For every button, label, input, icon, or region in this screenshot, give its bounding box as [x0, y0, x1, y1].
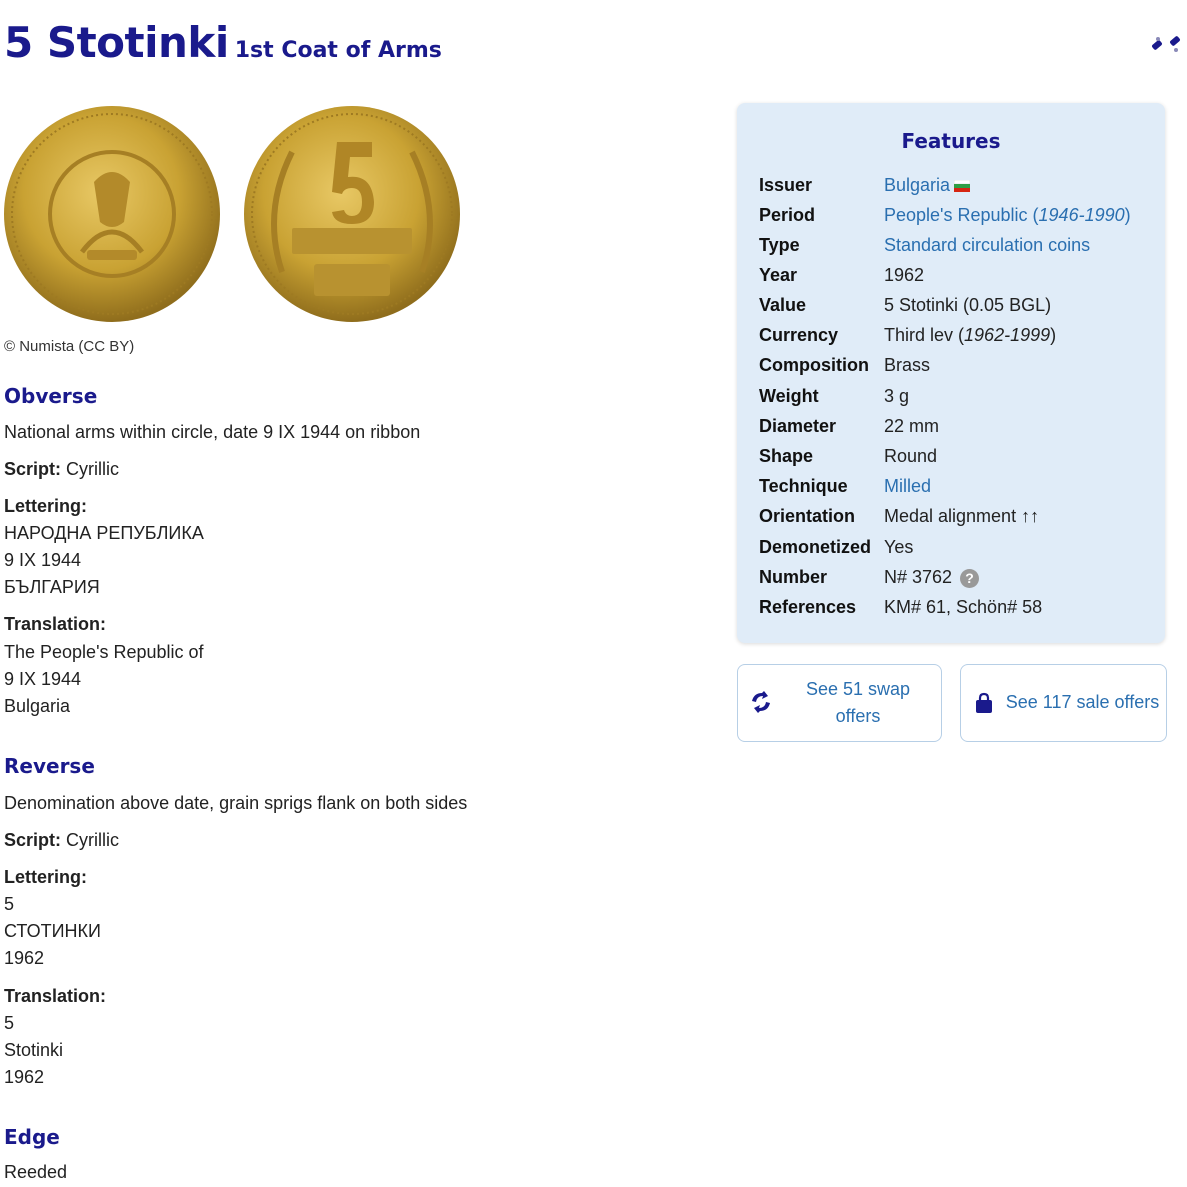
bulgaria-flag-icon	[954, 180, 971, 193]
swap-offers-button[interactable]: See 51 swap offers	[737, 664, 942, 742]
obverse-description: National arms within circle, date 9 IX 1…	[4, 422, 421, 442]
obverse-lettering-line: БЪЛГАРИЯ	[4, 577, 100, 597]
period-link[interactable]: People's Republic (1946-1990)	[884, 205, 1131, 226]
reverse-translation-line: 1962	[4, 1067, 45, 1087]
feature-row-diameter: Diameter 22 mm	[759, 416, 1155, 440]
feature-row-shape: Shape Round	[759, 446, 1155, 470]
obverse-translation-line: Bulgaria	[4, 696, 71, 716]
currency-years: 1962-1999	[964, 325, 1051, 345]
obverse-lettering-line: 9 IX 1944	[4, 550, 82, 570]
feature-key: Diameter	[759, 416, 837, 436]
reverse-translation-line: Stotinki	[4, 1040, 64, 1060]
reverse-lettering-line: 1962	[4, 948, 45, 968]
type-link[interactable]: Standard circulation coins	[884, 235, 1090, 256]
feature-row-issuer: Issuer Bulgaria	[759, 175, 1155, 199]
swap-icon	[752, 691, 770, 713]
feature-key: Shape	[759, 446, 814, 466]
obverse-translation-label: Translation:	[4, 614, 107, 634]
reverse-heading: Reverse	[4, 754, 95, 778]
reverse-translation-label: Translation:	[4, 986, 107, 1006]
technique-link[interactable]: Milled	[884, 476, 931, 497]
obverse-lettering-label: Lettering:	[4, 496, 87, 516]
feature-key: References	[759, 597, 857, 617]
issuer-link[interactable]: Bulgaria	[884, 175, 950, 195]
obverse-script: Script: Cyrillic	[4, 459, 119, 480]
swap-offers-line2: offers	[835, 706, 881, 726]
help-icon[interactable]: ?	[960, 568, 980, 588]
feature-value: Yes	[884, 537, 914, 557]
feature-row-demonetized: Demonetized Yes	[759, 537, 1155, 561]
numista-number: N# 3762	[884, 567, 953, 587]
features-panel: Features Issuer Bulgaria Period People's…	[737, 103, 1165, 643]
feature-row-technique: Technique Milled	[759, 476, 1155, 500]
feature-value: Bulgaria	[884, 175, 971, 196]
feature-value: Medal alignment ↑↑	[884, 506, 1040, 526]
feature-row-composition: Composition Brass	[759, 355, 1155, 379]
feature-row-value: Value 5 Stotinki (0.05 BGL)	[759, 295, 1155, 319]
feature-row-period: Period People's Republic (1946-1990)	[759, 205, 1155, 229]
feature-row-year: Year 1962	[759, 265, 1155, 289]
feature-key: Orientation	[759, 506, 856, 526]
feature-key: Issuer	[759, 175, 813, 195]
reverse-script: Script: Cyrillic	[4, 830, 119, 851]
feature-value: 1962	[884, 265, 925, 285]
obverse-translation-line: The People's Republic of	[4, 642, 204, 662]
reverse-translation-line: 5	[4, 1013, 15, 1033]
swap-offers-line1: See 51 swap	[805, 679, 911, 699]
reverse-lettering-label: Lettering:	[4, 867, 87, 887]
shopping-bag-icon	[976, 692, 992, 713]
period-name: People's Republic	[884, 205, 1028, 225]
edge-heading: Edge	[4, 1125, 60, 1149]
feature-row-number: Number N# 3762?	[759, 567, 1155, 591]
feature-value: 5 Stotinki (0.05 BGL)	[884, 295, 1052, 315]
satellite-icon[interactable]	[1148, 32, 1184, 56]
coin-images[interactable]	[2, 102, 462, 327]
references-value[interactable]: KM# 61, Schön# 58	[884, 597, 1042, 618]
obverse-script-label: Script:	[4, 459, 62, 479]
sale-offers-button[interactable]: See 117 sale offers	[960, 664, 1167, 742]
reverse-lettering-line: 5	[4, 894, 15, 914]
feature-value: Third lev (1962-1999)	[884, 325, 1057, 345]
obverse-heading: Obverse	[4, 384, 98, 408]
reverse-coin[interactable]	[244, 106, 460, 322]
reverse-script-value: Cyrillic	[66, 830, 120, 850]
feature-key: Currency	[759, 325, 839, 345]
feature-value: Brass	[884, 355, 931, 375]
feature-key: Weight	[759, 386, 819, 406]
feature-value: N# 3762?	[884, 567, 980, 588]
page-title: 5 Stotinki 1st Coat of Arms	[4, 18, 442, 67]
feature-row-references: References KM# 61, Schön# 58	[759, 597, 1155, 621]
obverse-lettering-line: НАРОДНА РЕПУБЛИКА	[4, 523, 204, 543]
feature-key: Value	[759, 295, 807, 315]
feature-key: Number	[759, 567, 828, 587]
obverse-script-value: Cyrillic	[66, 459, 120, 479]
coin-subtitle: 1st Coat of Arms	[234, 38, 442, 63]
sale-offers-label: See 117 sale offers	[1005, 692, 1160, 712]
currency-name: Third lev	[884, 325, 954, 345]
feature-row-type: Type Standard circulation coins	[759, 235, 1155, 259]
reverse-lettering-line: СТОТИНКИ	[4, 921, 101, 941]
feature-row-currency: Currency Third lev (1962-1999)	[759, 325, 1155, 349]
feature-key: Type	[759, 235, 800, 255]
coin-title: 5 Stotinki	[4, 18, 229, 67]
feature-value: Round	[884, 446, 938, 466]
features-heading: Features	[901, 129, 1001, 153]
feature-row-orientation: Orientation Medal alignment ↑↑	[759, 506, 1155, 530]
feature-key: Demonetized	[759, 537, 872, 557]
feature-value: 22 mm	[884, 416, 940, 436]
feature-key: Composition	[759, 355, 869, 375]
feature-key: Technique	[759, 476, 848, 496]
period-years: 1946-1990	[1038, 205, 1125, 225]
reverse-script-label: Script:	[4, 830, 62, 850]
obverse-coin[interactable]	[4, 106, 220, 322]
feature-row-weight: Weight 3 g	[759, 386, 1155, 410]
feature-value: 3 g	[884, 386, 910, 406]
image-credit: © Numista (CC BY)	[4, 338, 135, 355]
feature-key: Year	[759, 265, 798, 285]
reverse-description: Denomination above date, grain sprigs fl…	[4, 793, 468, 813]
edge-value: Reeded	[4, 1162, 68, 1182]
feature-key: Period	[759, 205, 816, 225]
obverse-translation-line: 9 IX 1944	[4, 669, 82, 689]
